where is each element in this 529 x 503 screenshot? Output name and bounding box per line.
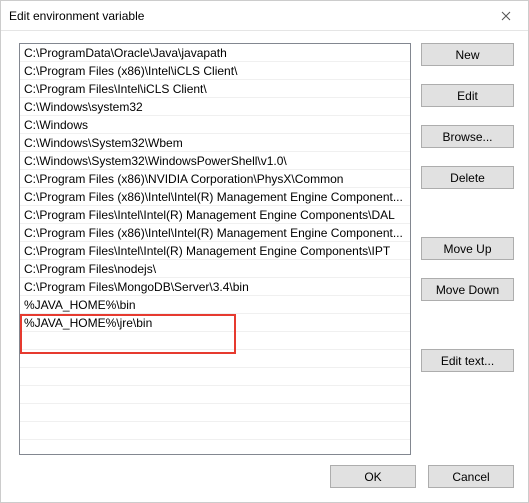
list-item[interactable]: C:\Windows [20, 116, 410, 134]
new-button[interactable]: New [421, 43, 514, 66]
path-listbox[interactable]: C:\ProgramData\Oracle\Java\javapathC:\Pr… [19, 43, 411, 455]
bottom-button-bar: OK Cancel [1, 461, 528, 502]
list-item-empty[interactable] [20, 404, 410, 422]
window-title: Edit environment variable [9, 9, 144, 23]
list-item[interactable]: C:\Program Files\Intel\Intel(R) Manageme… [20, 242, 410, 260]
list-item[interactable]: C:\Program Files\Intel\iCLS Client\ [20, 80, 410, 98]
list-item[interactable]: C:\Program Files (x86)\Intel\Intel(R) Ma… [20, 224, 410, 242]
dialog-window: Edit environment variable C:\ProgramData… [0, 0, 529, 503]
list-item-empty[interactable] [20, 422, 410, 440]
move-down-button[interactable]: Move Down [421, 278, 514, 301]
close-button[interactable] [483, 1, 528, 30]
list-item[interactable]: C:\Windows\System32\WindowsPowerShell\v1… [20, 152, 410, 170]
edit-text-button[interactable]: Edit text... [421, 349, 514, 372]
list-item-empty[interactable] [20, 386, 410, 404]
list-item[interactable]: C:\Windows\system32 [20, 98, 410, 116]
cancel-button[interactable]: Cancel [428, 465, 514, 488]
list-item[interactable]: C:\Windows\System32\Wbem [20, 134, 410, 152]
list-item[interactable]: C:\Program Files (x86)\Intel\Intel(R) Ma… [20, 188, 410, 206]
list-item[interactable]: %JAVA_HOME%\bin [20, 296, 410, 314]
ok-button[interactable]: OK [330, 465, 416, 488]
list-item[interactable]: C:\ProgramData\Oracle\Java\javapath [20, 44, 410, 62]
list-item[interactable]: %JAVA_HOME%\jre\bin [20, 314, 410, 332]
edit-button[interactable]: Edit [421, 84, 514, 107]
side-button-column: New Edit Browse... Delete Move Up Move D… [421, 43, 514, 455]
list-item[interactable]: C:\Program Files\Intel\Intel(R) Manageme… [20, 206, 410, 224]
list-item-empty[interactable] [20, 350, 410, 368]
delete-button[interactable]: Delete [421, 166, 514, 189]
close-icon [501, 8, 511, 24]
list-item-empty[interactable] [20, 332, 410, 350]
list-item[interactable]: C:\Program Files\nodejs\ [20, 260, 410, 278]
titlebar: Edit environment variable [1, 1, 528, 31]
list-item[interactable]: C:\Program Files\MongoDB\Server\3.4\bin [20, 278, 410, 296]
content-area: C:\ProgramData\Oracle\Java\javapathC:\Pr… [1, 31, 528, 461]
browse-button[interactable]: Browse... [421, 125, 514, 148]
list-item-empty[interactable] [20, 368, 410, 386]
list-item[interactable]: C:\Program Files (x86)\NVIDIA Corporatio… [20, 170, 410, 188]
list-item[interactable]: C:\Program Files (x86)\Intel\iCLS Client… [20, 62, 410, 80]
move-up-button[interactable]: Move Up [421, 237, 514, 260]
